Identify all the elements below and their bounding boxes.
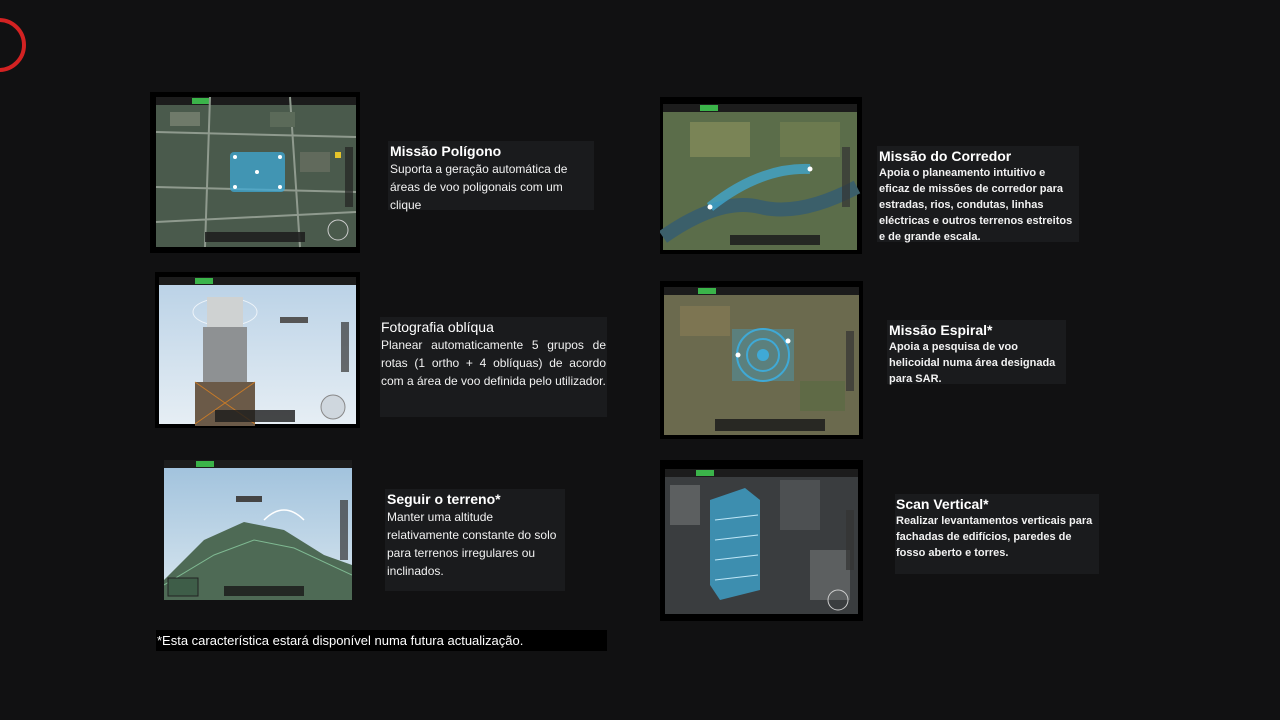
feature-title: Missão do Corredor [879, 148, 1012, 164]
feature-card-vertical: Scan Vertical* Realizar levantamentos ve… [895, 494, 1099, 574]
feature-description: Apoia o planeamento intuitivo e eficaz d… [879, 167, 1073, 243]
feature-description: Suporta a geração automática de áreas de… [390, 162, 568, 212]
feature-description: Manter uma altitude relativamente consta… [387, 510, 557, 578]
feature-card-espiral: Missão Espiral* Apoia a pesquisa de voo … [887, 320, 1066, 385]
polygon-mission-screenshot [150, 92, 360, 253]
feature-title: Missão Polígono [390, 143, 502, 159]
spiral-mission-screenshot [660, 281, 863, 439]
corridor-mission-screenshot [660, 97, 862, 254]
brand-logo-icon [0, 18, 26, 72]
feature-title: Missão Espiral* [889, 322, 993, 338]
feature-card-obliqua: Fotografia oblíqua Planear automaticamen… [380, 317, 607, 417]
footnote: *Esta característica estará disponível n… [156, 630, 607, 651]
feature-title: Seguir o terreno* [387, 491, 501, 507]
feature-description: Planear automaticamente 5 grupos de rota… [381, 338, 606, 388]
feature-title: Fotografia oblíqua [381, 319, 494, 335]
feature-card-terreno: Seguir o terreno* Manter uma altitude re… [385, 489, 565, 591]
feature-title: Scan Vertical* [896, 496, 989, 512]
feature-card-poligono: Missão Polígono Suporta a geração automá… [388, 141, 594, 212]
vertical-scan-screenshot [660, 460, 863, 621]
feature-description: Realizar levantamentos verticais para fa… [896, 515, 1093, 559]
terrain-follow-screenshot [164, 460, 352, 600]
feature-description: Apoia a pesquisa de voo helicoidal numa … [889, 341, 1056, 385]
feature-card-corredor: Missão do Corredor Apoia o planeamento i… [877, 146, 1079, 243]
oblique-photography-screenshot [155, 272, 360, 428]
